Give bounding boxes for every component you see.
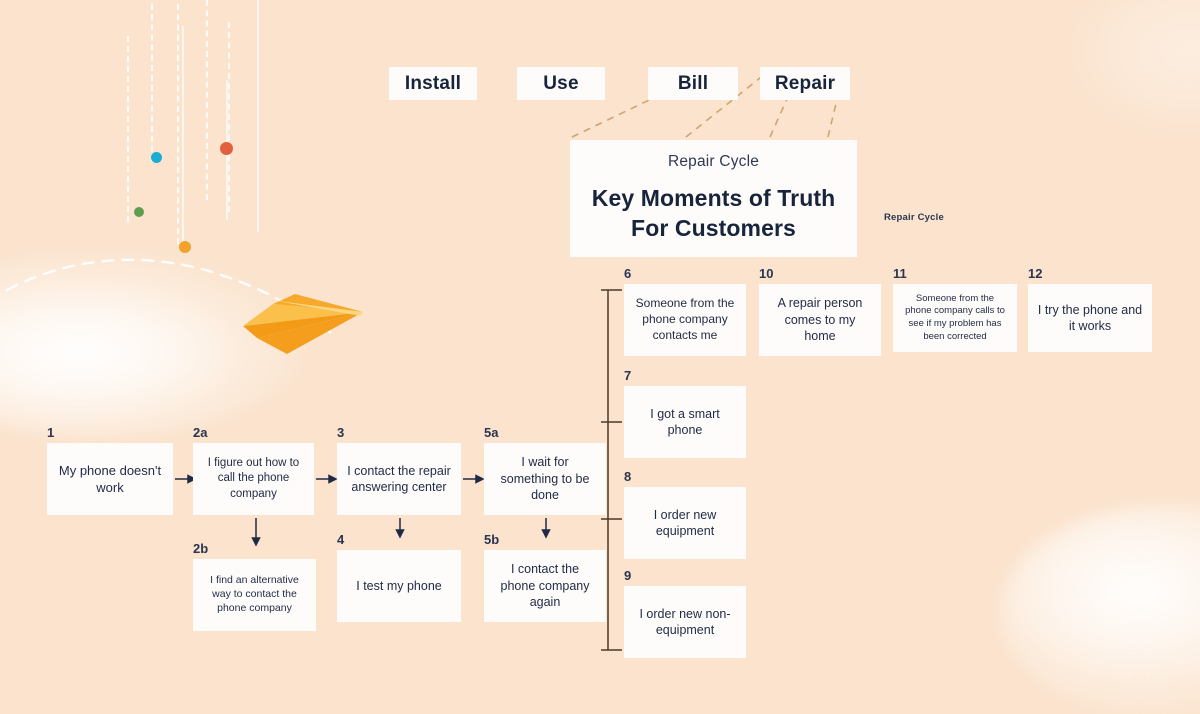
step-number-2a: 2a <box>193 425 208 440</box>
step-card-2b[interactable]: I find an alternative way to contact the… <box>193 559 316 631</box>
title-heading-line2: For Customers <box>631 215 796 241</box>
tab-bill[interactable]: Bill <box>648 67 738 100</box>
step-card-6[interactable]: Someone from the phone company contacts … <box>624 284 746 356</box>
rain-line <box>226 80 228 220</box>
title-subtitle: Repair Cycle <box>667 153 760 171</box>
title-heading-line1: Key Moments of Truth <box>591 185 836 212</box>
tab-use[interactable]: Use <box>517 67 605 100</box>
step-card-8[interactable]: I order new equipment <box>624 487 746 559</box>
step-card-4[interactable]: I test my phone <box>337 550 461 622</box>
step-number-10: 10 <box>759 266 774 281</box>
arrow-1-to-2a <box>175 474 197 484</box>
step-number-1: 1 <box>47 425 55 440</box>
step-card-10[interactable]: A repair person comes to my home <box>759 284 881 356</box>
step-number-11: 11 <box>893 266 907 281</box>
rain-line <box>177 0 179 244</box>
rain-line <box>257 0 259 232</box>
step-number-8: 8 <box>624 469 632 484</box>
paper-plane-icon <box>243 294 363 354</box>
step-card-5a[interactable]: I wait for something to be done <box>484 443 606 515</box>
dot-green <box>134 207 144 217</box>
step-number-4: 4 <box>337 532 345 547</box>
arrow-2a-to-2b <box>251 518 261 547</box>
step-number-3: 3 <box>337 425 345 440</box>
mini-repair-cycle-label: Repair Cycle <box>884 212 944 223</box>
step-number-12: 12 <box>1028 266 1043 281</box>
step-card-5b[interactable]: I contact the phone company again <box>484 550 606 622</box>
flight-trail-arc <box>0 258 332 334</box>
glow-right <box>1000 505 1200 714</box>
step-number-7: 7 <box>624 368 632 383</box>
glow-top-right <box>1060 0 1200 140</box>
dot-orange <box>179 241 191 253</box>
arrow-5a-to-5b <box>541 518 551 539</box>
rain-line <box>206 0 208 200</box>
step-number-6: 6 <box>624 266 632 281</box>
step-card-2a[interactable]: I figure out how to call the phone compa… <box>193 443 314 515</box>
step-card-1[interactable]: My phone doesn't work <box>47 443 173 515</box>
step-card-12[interactable]: I try the phone and it works <box>1028 284 1152 352</box>
dot-cyan <box>151 152 162 163</box>
tab-install[interactable]: Install <box>389 67 477 100</box>
step-card-7[interactable]: I got a smart phone <box>624 386 746 458</box>
infographic-canvas: Install Use Bill Repair Repair Cycle Key Mo… <box>0 0 1200 714</box>
step-number-9: 9 <box>624 568 632 583</box>
arrow-3-to-4 <box>395 518 405 539</box>
step-number-5b: 5b <box>484 532 500 547</box>
title-heading: Key Moments of Truth For Customers <box>592 184 836 244</box>
arrow-2a-to-3 <box>316 474 338 484</box>
title-card: Repair Cycle Key Moments of Truth For Cu… <box>570 140 857 257</box>
arrow-3-to-5a <box>463 474 485 484</box>
dot-red <box>220 142 233 155</box>
tab-repair[interactable]: Repair <box>760 67 850 100</box>
rain-line <box>127 36 129 222</box>
step-card-11[interactable]: Someone from the phone company calls to … <box>893 284 1017 352</box>
step-card-3[interactable]: I contact the repair answering center <box>337 443 461 515</box>
step-card-9[interactable]: I order new non-equipment <box>624 586 746 658</box>
step-number-5a: 5a <box>484 425 499 440</box>
rain-line <box>228 22 230 212</box>
rain-line <box>182 26 184 241</box>
step-number-2b: 2b <box>193 541 209 556</box>
rain-line <box>151 0 153 162</box>
glow-left <box>0 248 310 438</box>
